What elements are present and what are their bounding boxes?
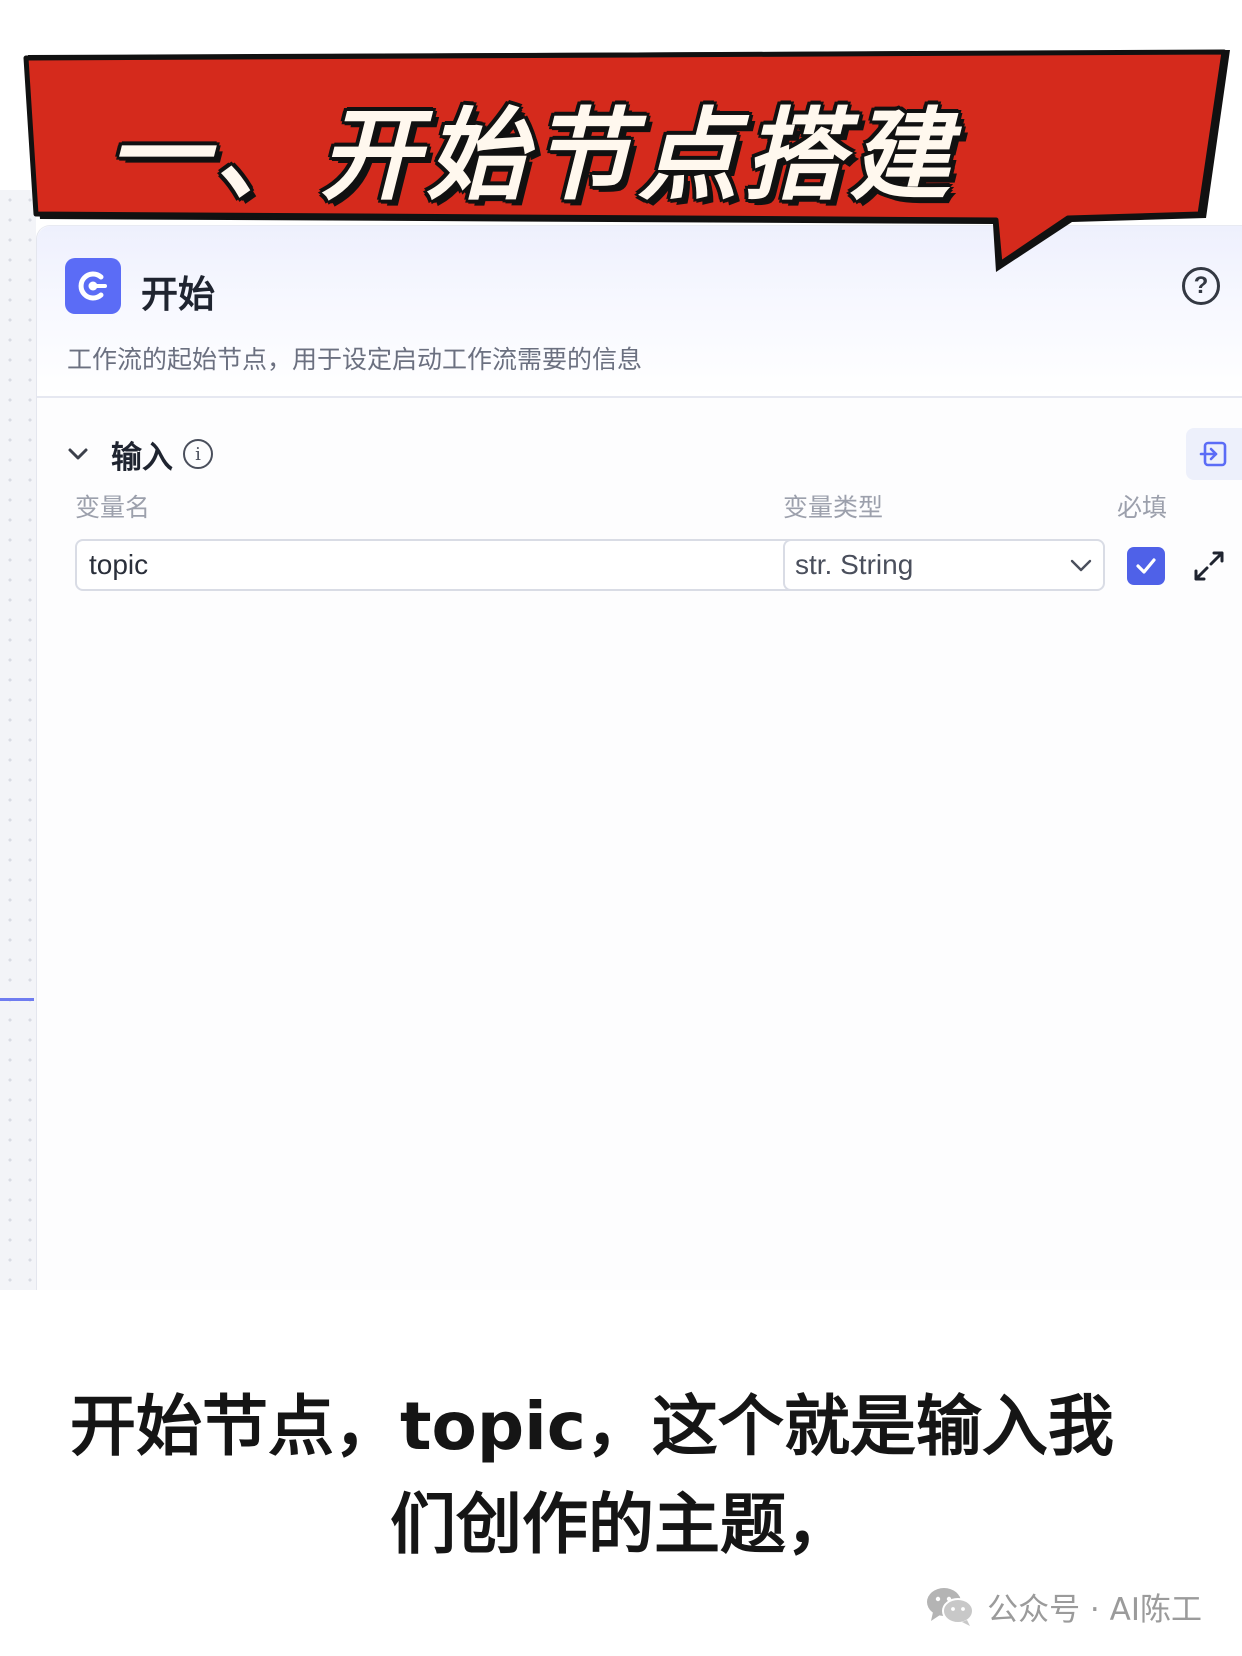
connection-line <box>0 998 34 1001</box>
watermark: 公众号 · AI陈工 <box>925 1582 1202 1630</box>
workflow-canvas-edge <box>0 190 36 1290</box>
info-icon[interactable]: i <box>183 439 213 469</box>
variable-type-select[interactable]: str. String <box>783 539 1105 591</box>
chevron-down-icon[interactable] <box>67 443 89 465</box>
caption-line-1: 开始节点，topic，这个就是输入我 <box>70 1388 1114 1465</box>
column-header-type: 变量类型 <box>783 494 884 522</box>
node-description: 工作流的起始节点，用于设定启动工作流需要的信息 <box>67 346 643 374</box>
caption-line-2: 们创作的主题， <box>390 1486 852 1563</box>
required-checkbox[interactable] <box>1127 547 1165 585</box>
import-icon <box>1199 441 1227 467</box>
watermark-text: 公众号 · AI陈工 <box>987 1591 1202 1628</box>
checkmark-icon <box>1136 558 1156 574</box>
import-variables-button[interactable] <box>1186 428 1242 480</box>
variable-name-input[interactable] <box>75 539 810 591</box>
banner-title: 一、开始节点搭建 <box>108 97 956 214</box>
wechat-icon <box>927 1588 975 1626</box>
column-header-name: 变量名 <box>75 494 151 522</box>
caption: 开始节点，topic，这个就是输入我 们创作的主题， <box>40 1378 1202 1574</box>
column-header-required: 必填 <box>1117 494 1168 522</box>
input-section-title: 输入 <box>111 439 173 475</box>
expand-icon[interactable] <box>1191 548 1227 584</box>
start-node-panel: 开始 ? 工作流的起始节点，用于设定启动工作流需要的信息 输入 i 变量名 变量… <box>36 225 1242 1290</box>
variable-type-value: str. String <box>795 549 914 580</box>
title-banner: 一、开始节点搭建 <box>0 0 1242 290</box>
chevron-down-icon <box>1070 559 1092 572</box>
input-section-header[interactable]: 输入 i <box>67 432 213 476</box>
